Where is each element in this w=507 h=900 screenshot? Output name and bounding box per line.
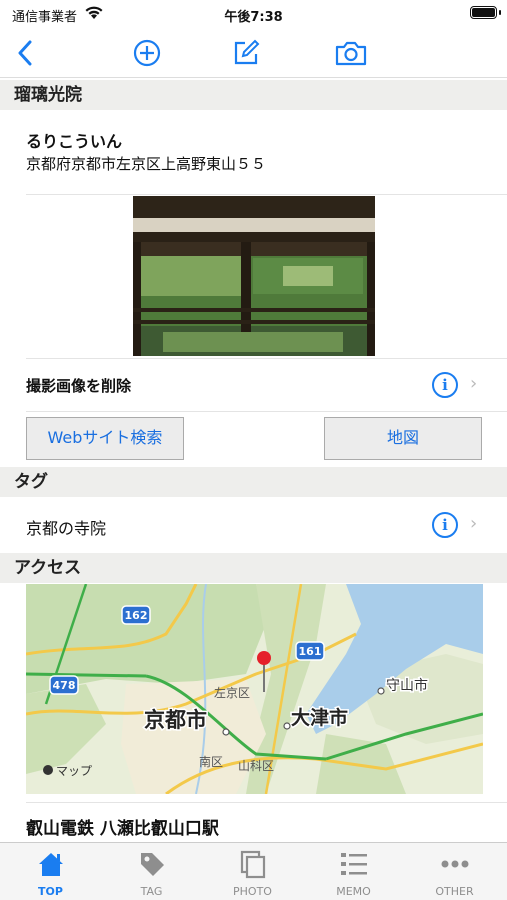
- chevron-right-icon: ›: [470, 373, 478, 394]
- photo-stack-icon: [240, 850, 266, 879]
- sakyo-label: 左京区: [214, 685, 250, 700]
- tab-photo[interactable]: PHOTO: [202, 843, 303, 900]
- tab-other[interactable]: OTHER: [404, 843, 505, 900]
- web-search-button[interactable]: Webサイト検索: [26, 417, 184, 460]
- tag-section-header: タグ: [0, 467, 507, 497]
- place-photo[interactable]: [133, 196, 375, 356]
- chevron-right-icon: ›: [470, 513, 478, 534]
- apple-logo-icon: [43, 765, 53, 775]
- tab-memo[interactable]: MEMO: [303, 843, 404, 900]
- route-161-label: 161: [299, 645, 322, 658]
- place-name-header: 瑠璃光院: [0, 80, 507, 110]
- add-circle-icon[interactable]: [130, 36, 164, 70]
- tab-top[interactable]: TOP: [0, 843, 101, 900]
- list-icon: [341, 853, 367, 875]
- divider: [26, 411, 507, 412]
- house-icon: [39, 853, 63, 876]
- route-478-label: 478: [53, 679, 76, 692]
- tag-item-label[interactable]: 京都の寺院: [26, 515, 106, 539]
- status-bar: 通信事業者 午後7:38: [0, 0, 507, 28]
- clock: 午後7:38: [224, 10, 283, 25]
- info-icon[interactable]: i: [432, 372, 458, 398]
- navigation-bar: [0, 28, 507, 78]
- back-chevron-icon[interactable]: [8, 36, 42, 70]
- place-address: 京都府京都市左京区上高野東山５５: [26, 155, 267, 173]
- station-label: 叡山電鉄 八瀬比叡山口駅: [26, 819, 219, 839]
- divider: [26, 358, 507, 359]
- ellipsis-icon: [441, 860, 469, 868]
- divider: [26, 802, 507, 803]
- tab-bar: TOP TAG PHOTO MEMO OTHER: [0, 842, 507, 900]
- compose-icon[interactable]: [229, 36, 263, 70]
- divider: [26, 194, 507, 195]
- minami-ward-label: 南区: [199, 754, 223, 769]
- map-attribution: マップ: [56, 764, 92, 778]
- moriyama-label: 守山市: [386, 677, 428, 694]
- tab-tag[interactable]: TAG: [101, 843, 202, 900]
- yamashina-ward-label: 山科区: [238, 759, 274, 773]
- tag-icon: [141, 853, 164, 876]
- map-view[interactable]: 162 161 478 左京区 京都市 大津市 守山市 南区 山科区 マップ: [26, 584, 483, 794]
- map-button[interactable]: 地図: [324, 417, 482, 460]
- place-kana: るりこういん: [26, 132, 123, 151]
- delete-photo-label[interactable]: 撮影画像を削除: [26, 375, 131, 396]
- info-icon[interactable]: i: [432, 512, 458, 538]
- camera-icon[interactable]: [334, 36, 368, 70]
- otsu-city-label: 大津市: [291, 706, 348, 729]
- kyoto-city-label: 京都市: [144, 708, 207, 732]
- route-162-label: 162: [125, 609, 148, 622]
- access-section-header: アクセス: [0, 553, 507, 583]
- battery-icon: [470, 6, 501, 19]
